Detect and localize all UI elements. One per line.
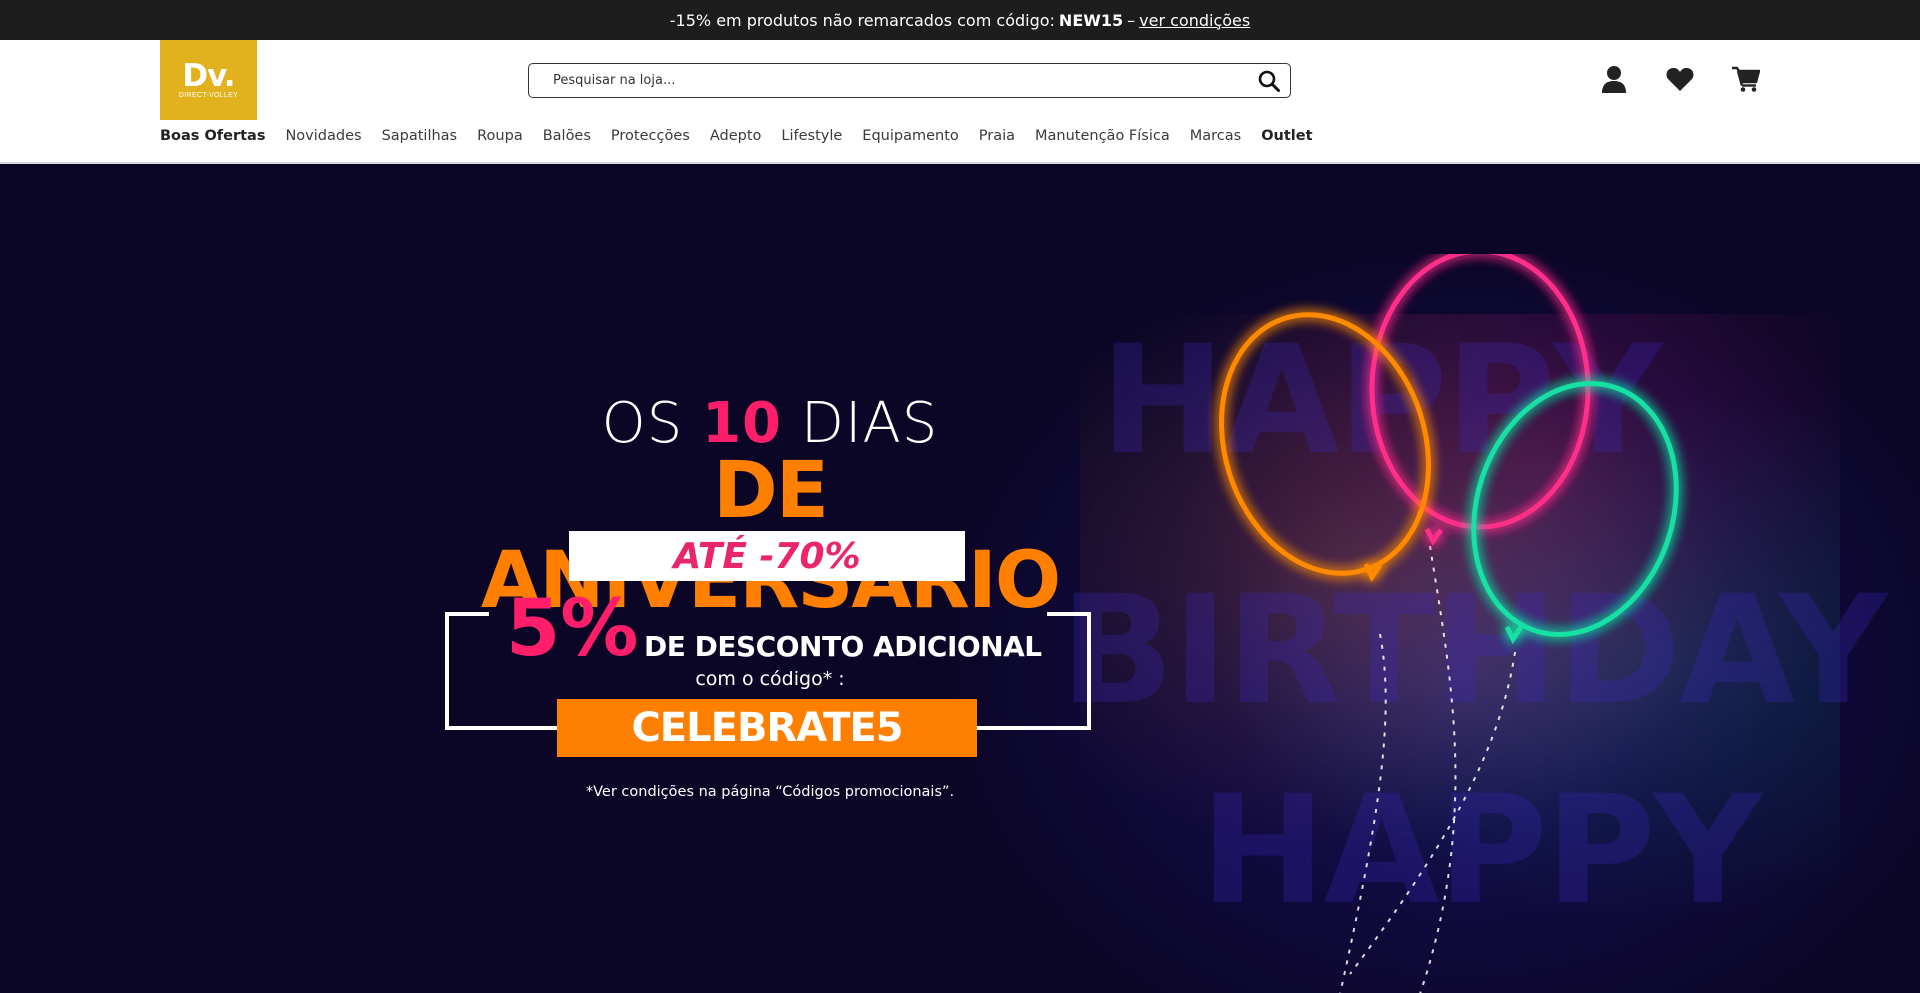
neon-balloons-illustration — [1219, 254, 1679, 993]
green-balloon — [1471, 381, 1679, 644]
nav-item-praia[interactable]: Praia — [979, 128, 1015, 144]
main-nav: Boas Ofertas Novidades Sapatilhas Roupa … — [160, 128, 1313, 144]
nav-item-sapatilhas[interactable]: Sapatilhas — [382, 128, 458, 144]
promo-bar: -15% em produtos não remarcados com códi… — [0, 0, 1920, 40]
hero-code-intro: com o código* : — [695, 668, 845, 690]
nav-item-lifestyle[interactable]: Lifestyle — [781, 128, 842, 144]
nav-item-equipamento[interactable]: Equipamento — [862, 128, 958, 144]
hero-conditions: *Ver condições na página “Códigos promoc… — [585, 784, 955, 800]
hero-banner[interactable]: HAPPY BIRTHDAY HAPPY OS 10 DIAS DE ANIVE… — [0, 164, 1920, 993]
pink-balloon — [1369, 254, 1591, 546]
nav-item-boas-ofertas[interactable]: Boas Ofertas — [160, 128, 265, 144]
search-bar — [528, 63, 1291, 98]
promo-text: -15% em produtos não remarcados com códi… — [669, 10, 1055, 30]
cart-icon — [1732, 66, 1760, 92]
logo-subtitle: DIRECT-VOLLEY — [178, 92, 239, 99]
account-button[interactable] — [1598, 62, 1630, 96]
nav-item-outlet[interactable]: Outlet — [1261, 128, 1312, 144]
heart-icon — [1666, 67, 1694, 91]
search-icon — [1258, 70, 1280, 92]
search-input[interactable] — [529, 65, 1248, 96]
logo[interactable]: Dv. DIRECT-VOLLEY — [160, 40, 257, 120]
nav-item-manutencao-fisica[interactable]: Manutenção Física — [1035, 128, 1170, 144]
promo-code: NEW15 — [1058, 10, 1124, 30]
nav-item-baloes[interactable]: Balões — [543, 128, 591, 144]
promo-conditions-link[interactable]: ver condições — [1139, 11, 1250, 30]
site-header: Dv. DIRECT-VOLLEY Pesquisar na loja... B… — [0, 40, 1920, 164]
orange-balloon — [1219, 312, 1431, 583]
search-button[interactable] — [1248, 65, 1290, 97]
nav-item-marcas[interactable]: Marcas — [1190, 128, 1241, 144]
account-icon — [1602, 66, 1626, 93]
promo-separator: – — [1127, 10, 1136, 30]
nav-item-roupa[interactable]: Roupa — [477, 128, 523, 144]
logo-mark: Dv. — [182, 58, 235, 94]
hero-extra-percent: 5% — [506, 584, 639, 674]
nav-item-proteccoes[interactable]: Protecções — [611, 128, 690, 144]
wishlist-button[interactable] — [1664, 62, 1696, 96]
cart-button[interactable] — [1730, 62, 1762, 96]
hero-extra-text: DE DESCONTO ADICIONAL — [644, 630, 1042, 663]
hero-copy: OS 10 DIAS DE ANIVERSÁRIO ATÉ -70% 5% DE… — [420, 164, 1120, 993]
hero-promo-code[interactable]: CELEBRATE5 — [557, 699, 977, 757]
nav-item-adepto[interactable]: Adepto — [710, 128, 762, 144]
hero-sale-badge: ATÉ -70% — [569, 531, 965, 581]
nav-item-novidades[interactable]: Novidades — [285, 128, 361, 144]
header-icons — [1598, 62, 1762, 96]
